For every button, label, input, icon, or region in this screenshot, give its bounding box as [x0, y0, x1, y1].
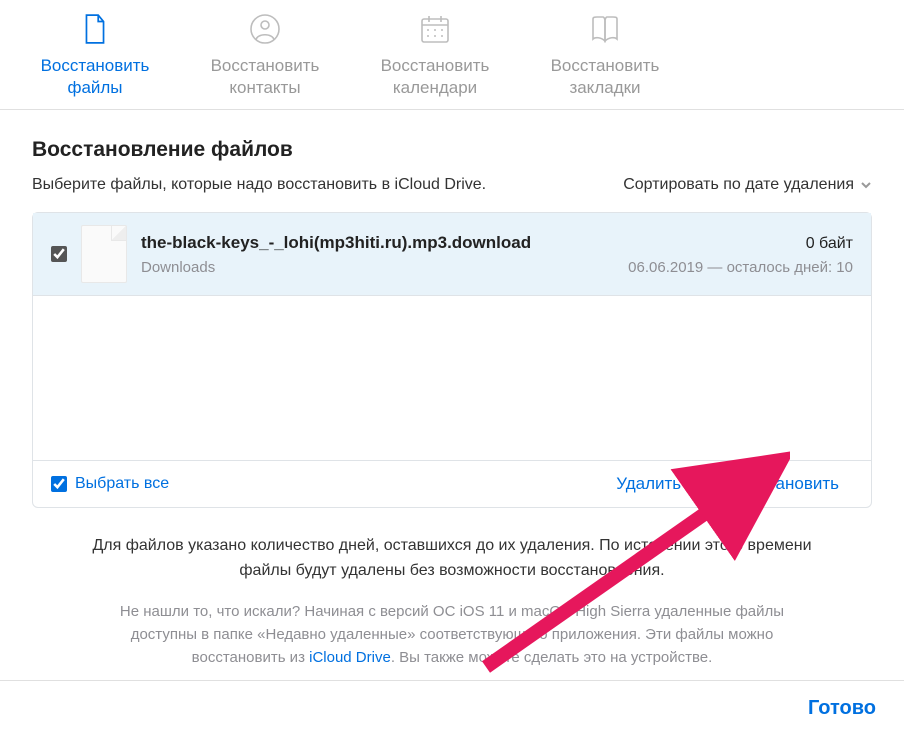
- select-all[interactable]: Выбрать все: [51, 475, 169, 493]
- note-secondary: Не нашли то, что искали? Начиная с верси…: [92, 600, 812, 670]
- sort-dropdown[interactable]: Сортировать по дате удаления: [623, 176, 872, 194]
- delete-button[interactable]: Удалить: [602, 474, 695, 494]
- divider: [705, 473, 706, 495]
- subheading-row: Выберите файлы, которые надо восстановит…: [32, 176, 872, 194]
- file-panel: the-black-keys_-_lohi(mp3hiti.ru).mp3.do…: [32, 212, 872, 508]
- file-size: 0 байт: [806, 235, 853, 253]
- tab-label: Восстановитьконтакты: [211, 55, 320, 98]
- tabs-bar: Восстановитьфайлы Восстановитьконтакты: [0, 0, 904, 110]
- tab-restore-calendars[interactable]: Восстановитькалендари: [370, 0, 500, 109]
- file-meta: the-black-keys_-_lohi(mp3hiti.ru).mp3.do…: [141, 233, 853, 276]
- select-all-checkbox[interactable]: [51, 476, 67, 492]
- file-name: the-black-keys_-_lohi(mp3hiti.ru).mp3.do…: [141, 233, 531, 253]
- file-icon: [79, 11, 111, 47]
- file-type-icon: [81, 225, 127, 283]
- instruction-text: Выберите файлы, которые надо восстановит…: [32, 176, 486, 194]
- sort-label: Сортировать по дате удаления: [623, 176, 854, 194]
- tab-label: Восстановитьфайлы: [41, 55, 150, 98]
- panel-footer: Выбрать все Удалить Восстановить: [33, 460, 871, 507]
- page-title: Восстановление файлов: [32, 138, 872, 162]
- main-content: Восстановление файлов Выберите файлы, ко…: [0, 110, 904, 669]
- bookmark-icon: [589, 11, 621, 47]
- tab-restore-bookmarks[interactable]: Восстановитьзакладки: [540, 0, 670, 109]
- contact-icon: [249, 11, 281, 47]
- tab-label: Восстановитькалендари: [381, 55, 490, 98]
- chevron-down-icon: [860, 179, 872, 191]
- icloud-drive-link[interactable]: iCloud Drive: [309, 649, 391, 666]
- notes: Для файлов указано количество дней, оста…: [32, 508, 872, 669]
- select-all-label: Выбрать все: [75, 475, 169, 493]
- note-primary: Для файлов указано количество дней, оста…: [92, 534, 812, 584]
- file-row[interactable]: the-black-keys_-_lohi(mp3hiti.ru).mp3.do…: [33, 213, 871, 296]
- file-checkbox[interactable]: [51, 246, 67, 262]
- done-button[interactable]: Готово: [808, 697, 876, 720]
- tab-label: Восстановитьзакладки: [551, 55, 660, 98]
- bottom-bar: Готово: [0, 680, 904, 736]
- file-deleted-info: 06.06.2019 — осталось дней: 10: [628, 259, 853, 276]
- file-location: Downloads: [141, 259, 215, 276]
- tab-restore-files[interactable]: Восстановитьфайлы: [30, 0, 160, 109]
- calendar-icon: [419, 11, 451, 47]
- restore-button[interactable]: Восстановить: [716, 474, 853, 494]
- tab-restore-contacts[interactable]: Восстановитьконтакты: [200, 0, 330, 109]
